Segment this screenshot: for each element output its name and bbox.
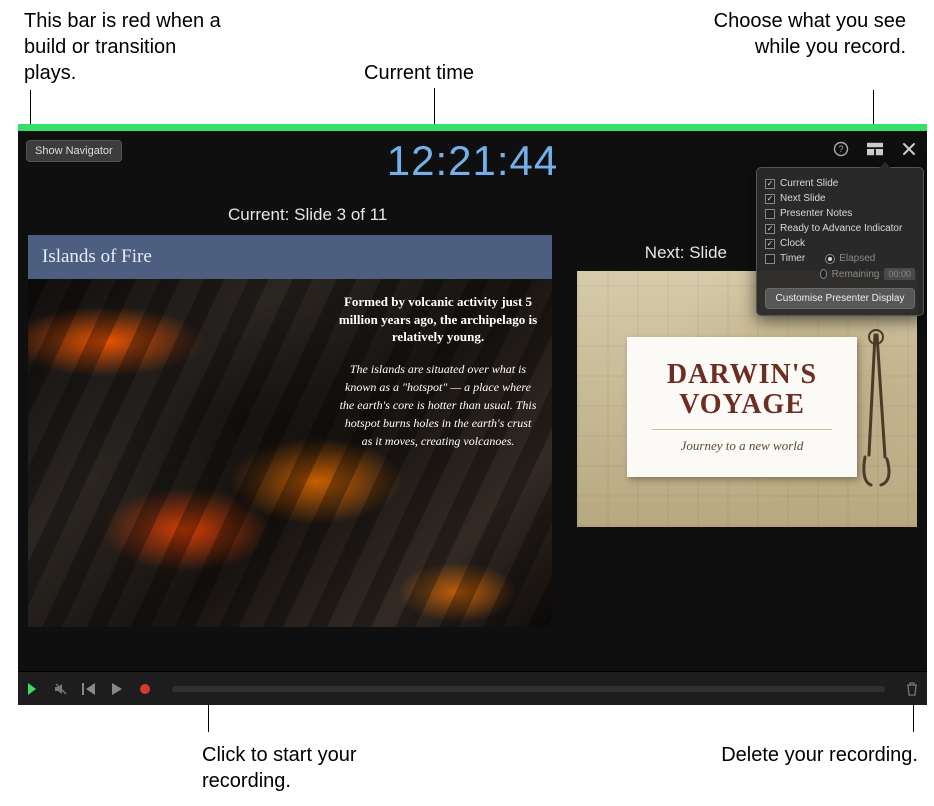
timer-value: 00:00 xyxy=(884,268,915,280)
option-ready-indicator[interactable]: Ready to Advance Indicator xyxy=(765,221,915,236)
radio-icon[interactable] xyxy=(825,254,835,264)
callout-line xyxy=(30,90,31,124)
presenter-display-window: Show Navigator 12:21:44 ? Current: Slide… xyxy=(18,131,927,705)
svg-text:?: ? xyxy=(838,144,843,154)
option-label: Current Slide xyxy=(780,178,838,189)
current-slide-label: Current: Slide 3 of 11 xyxy=(228,205,387,225)
checkbox-icon[interactable] xyxy=(765,179,775,189)
current-slide-title: Islands of Fire xyxy=(28,235,552,279)
callout-record: Click to start your recording. xyxy=(202,742,402,794)
checkbox-icon[interactable] xyxy=(765,254,775,264)
option-clock[interactable]: Clock xyxy=(765,236,915,251)
option-label: Presenter Notes xyxy=(780,208,852,219)
radio-icon[interactable] xyxy=(820,269,827,279)
checkbox-icon[interactable] xyxy=(765,209,775,219)
previous-icon[interactable] xyxy=(82,682,96,696)
option-timer-remaining[interactable]: Remaining 00:00 xyxy=(765,266,915,282)
display-options-popover: Current Slide Next Slide Presenter Notes… xyxy=(756,167,924,316)
option-presenter-notes[interactable]: Presenter Notes xyxy=(765,206,915,221)
option-label: Clock xyxy=(780,238,805,249)
option-next-slide[interactable]: Next Slide xyxy=(765,191,915,206)
checkbox-icon[interactable] xyxy=(765,194,775,204)
timer-mode-elapsed: Elapsed xyxy=(839,253,875,264)
play-icon[interactable] xyxy=(110,682,124,696)
option-label: Ready to Advance Indicator xyxy=(780,223,902,234)
help-icon[interactable]: ? xyxy=(833,141,849,157)
checkbox-icon[interactable] xyxy=(765,224,775,234)
divider-illustration xyxy=(841,325,911,495)
checkbox-icon[interactable] xyxy=(765,239,775,249)
current-slide-blurb-italic: The islands are situated over what is kn… xyxy=(338,360,538,450)
customise-presenter-display-button[interactable]: Customise Presenter Display xyxy=(765,288,915,309)
option-label: Timer xyxy=(780,253,805,264)
next-slide-title-line1: DARWIN'S xyxy=(667,360,817,389)
option-current-slide[interactable]: Current Slide xyxy=(765,176,915,191)
current-slide-blurb-bold: Formed by volcanic activity just 5 milli… xyxy=(338,293,538,346)
delete-recording-button[interactable] xyxy=(905,682,919,696)
callout-display-options: Choose what you see while you record. xyxy=(706,8,906,60)
next-slide-title-line2: VOYAGE xyxy=(679,390,805,419)
close-icon[interactable] xyxy=(901,141,917,157)
next-slide-title-card: DARWIN'S VOYAGE Journey to a new world xyxy=(627,337,857,477)
advance-status-bar xyxy=(18,124,927,131)
transport-bar xyxy=(18,671,927,705)
advance-indicator-icon xyxy=(26,682,40,696)
option-label: Next Slide xyxy=(780,193,826,204)
callout-delete-recording: Delete your recording. xyxy=(721,742,918,768)
next-slide-label: Next: Slide xyxy=(645,243,727,263)
callout-current-time: Current time xyxy=(364,60,474,86)
next-slide-subtitle: Journey to a new world xyxy=(652,429,831,454)
recording-timeline[interactable] xyxy=(172,686,885,692)
option-timer[interactable]: Timer Elapsed xyxy=(765,251,915,266)
timer-mode-remaining: Remaining xyxy=(832,269,880,280)
mute-icon[interactable] xyxy=(54,682,68,696)
current-slide-preview[interactable]: Islands of Fire Formed by volcanic activ… xyxy=(28,235,552,627)
current-slide-text: Formed by volcanic activity just 5 milli… xyxy=(338,293,538,450)
top-right-icons: ? xyxy=(833,141,917,157)
layout-icon[interactable] xyxy=(867,141,883,157)
callout-status-bar: This bar is red when a build or transiti… xyxy=(24,8,224,86)
record-button[interactable] xyxy=(138,682,152,696)
